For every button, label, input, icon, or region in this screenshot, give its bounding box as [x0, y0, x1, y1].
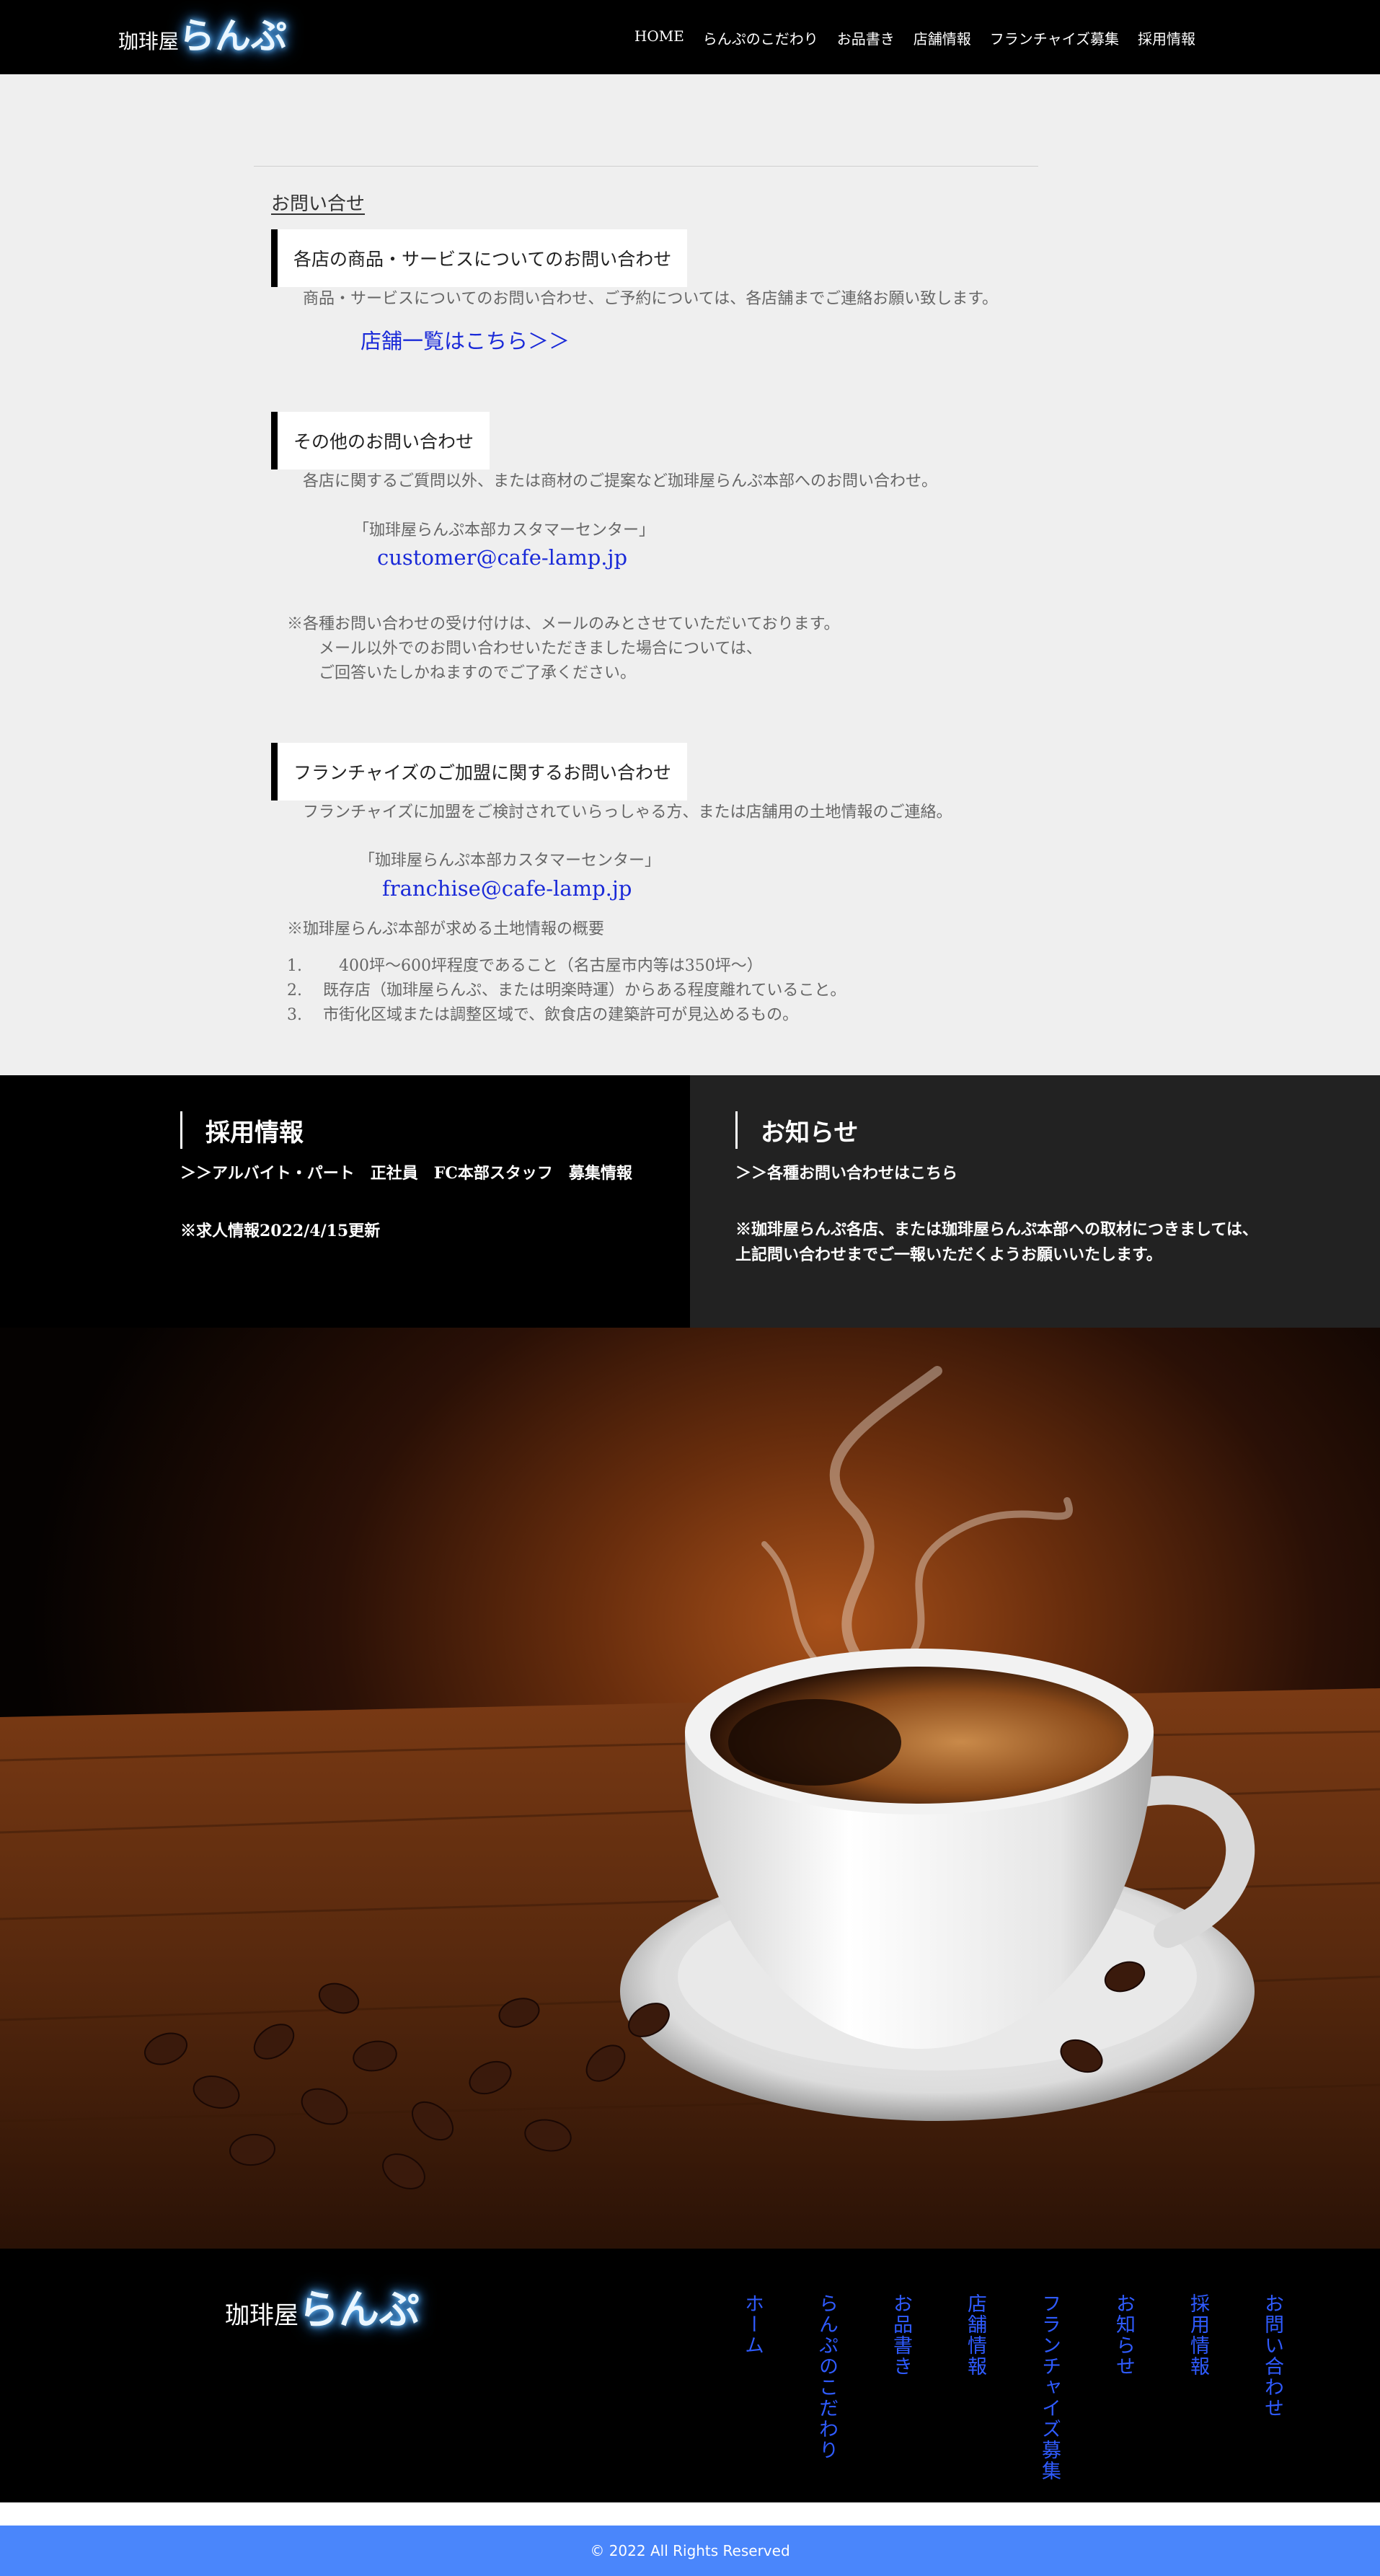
land-conditions-list: 1. 400坪～600坪程度であること（名古屋市内等は350坪～） 2. 既存店（… [287, 954, 846, 1028]
footer-logo-small-text: 珈琲屋 [225, 2301, 298, 2330]
copyright-bar: © 2022 All Rights Reserved [0, 2526, 1380, 2576]
notice-line-2: メール以外でのお問い合わせいただきました場合については、 [319, 640, 762, 658]
news-panel: お知らせ ＞＞各種お問い合わせはこちら ※珈琲屋らんぷ各店、または珈琲屋らんぷ本… [690, 1075, 1380, 1328]
footer-nav-news[interactable]: お知らせ [1063, 2293, 1138, 2482]
shop-list-link[interactable]: 店舗一覧はこちら＞＞ [361, 325, 570, 355]
list-item-number: 2. [287, 982, 302, 1000]
customer-center-name: 「珈琲屋らんぷ本部カスタマーセンター」 [353, 521, 655, 539]
nav-franchise[interactable]: フランチャイズ募集 [990, 27, 1119, 48]
footer-nav-recruit[interactable]: 採用情報 [1138, 2293, 1212, 2482]
list-item: 2. 既存店（珈琲屋らんぷ、または明楽時運）からある程度離れていること。 [287, 979, 846, 1003]
recruit-title: 採用情報 [180, 1111, 304, 1149]
section-franchise-text: フランチャイズに加盟をご検討されていらっしゃる方、または店舗用の土地情報のご連絡… [303, 803, 952, 821]
list-item: 1. 400坪～600坪程度であること（名古屋市内等は350坪～） [287, 954, 846, 979]
list-item-number: 3. [287, 1006, 302, 1024]
press-notice-line-2: 上記問い合わせまでご一報いただくようお願いいたします。 [735, 1245, 1162, 1264]
coffee-illustration [0, 1366, 1380, 2249]
logo-big-text: らんぷ [179, 14, 288, 57]
list-item-text: 市街化区域または調整区域で、飲食店の建築許可が見込めるもの。 [323, 1006, 799, 1024]
site-logo[interactable]: 珈琲屋 らんぷ [118, 7, 287, 59]
page-title: お問い合せ [271, 193, 366, 215]
franchise-center-name: 「珈琲屋らんぷ本部カスタマーセンター」 [359, 852, 661, 870]
list-item-text: 既存店（珈琲屋らんぷ、または明楽時運）からある程度離れていること。 [323, 982, 846, 1000]
customer-email-link[interactable]: customer@cafe-lamp.jp [377, 545, 627, 570]
footer-nav-home[interactable]: ホーム [692, 2293, 766, 2482]
recruit-link[interactable]: ＞＞アルバイト・パート 正社員 FC本部スタッフ 募集情報 [180, 1160, 632, 1183]
footer-logo-big-text: らんぷ [298, 2286, 420, 2334]
press-notice-line-1: ※珈琲屋らんぷ各店、または珈琲屋らんぷ本部への取材につきましては、 [735, 1220, 1258, 1239]
section-products-text: 商品・サービスについてのお問い合わせ、ご予約については、各店舗までご連絡お願い致… [303, 290, 999, 308]
footer-nav-shops[interactable]: 店舗情報 [915, 2293, 989, 2482]
logo-small-text: 珈琲屋 [118, 30, 180, 53]
nav-shops[interactable]: 店舗情報 [914, 27, 971, 48]
section-heading-products: 各店の商品・サービスについてのお問い合わせ [271, 229, 688, 287]
list-item-text: 400坪～600坪程度であること（名古屋市内等は350坪～） [323, 957, 763, 975]
footer-nav-menu[interactable]: お品書き [841, 2293, 915, 2482]
section-heading-franchise: フランチャイズのご加盟に関するお問い合わせ [271, 743, 688, 800]
nav-home[interactable]: HOME [634, 27, 684, 48]
email-only-notice: ※各種お問い合わせの受け付けは、メールのみとさせていただいております。 メール以… [287, 612, 839, 686]
footer-nav: ホーム らんぷのこだわり お品書き 店舗情報 フランチャイズ募集 お知らせ 採用… [692, 2293, 1286, 2482]
recruit-update-note: ※求人情報2022/4/15更新 [180, 1222, 381, 1240]
press-notice: ※珈琲屋らんぷ各店、または珈琲屋らんぷ本部への取材につきましては、 上記問い合わ… [735, 1217, 1258, 1268]
main-nav: HOME らんぷのこだわり お品書き 店舗情報 フランチャイズ募集 採用情報 [616, 27, 1195, 48]
franchise-email-link[interactable]: franchise@cafe-lamp.jp [382, 876, 632, 901]
nav-menu[interactable]: お品書き [837, 27, 895, 48]
footer-nav-franchise[interactable]: フランチャイズ募集 [989, 2293, 1063, 2482]
footer-nav-contact[interactable]: お問い合わせ [1212, 2293, 1286, 2482]
notice-line-3: ご回答いたしかねますのでご了承ください。 [319, 664, 637, 682]
content-divider [254, 166, 1038, 167]
footer-spacer [0, 2502, 1380, 2526]
nav-kodawari[interactable]: らんぷのこだわり [703, 27, 818, 48]
recruit-panel: 採用情報 ＞＞アルバイト・パート 正社員 FC本部スタッフ 募集情報 ※求人情報… [0, 1075, 690, 1328]
nav-recruit[interactable]: 採用情報 [1138, 27, 1195, 48]
land-info-title: ※珈琲屋らんぷ本部が求める土地情報の概要 [287, 920, 605, 938]
footer-logo[interactable]: 珈琲屋 らんぷ [225, 2277, 420, 2336]
copyright-text: © 2022 All Rights Reserved [590, 2542, 790, 2559]
news-title: お知らせ [735, 1111, 858, 1149]
site-footer: 珈琲屋 らんぷ ホーム らんぷのこだわり お品書き 店舗情報 フランチャイズ募集… [0, 2249, 1380, 2502]
site-header: 珈琲屋 らんぷ HOME らんぷのこだわり お品書き 店舗情報 フランチャイズ募… [0, 0, 1380, 74]
coffee-cup-photo [0, 1328, 1380, 2249]
section-other-text: 各店に関するご質問以外、または商材のご提案など珈琲屋らんぷ本部へのお問い合わせ。 [303, 472, 938, 490]
contact-link[interactable]: ＞＞各種お問い合わせはこちら [735, 1160, 957, 1183]
section-heading-other: その他のお問い合わせ [271, 412, 490, 469]
list-item: 3. 市街化区域または調整区域で、飲食店の建築許可が見込めるもの。 [287, 1003, 846, 1028]
footer-nav-kodawari[interactable]: らんぷのこだわり [766, 2293, 841, 2482]
list-item-number: 1. [287, 957, 302, 975]
notice-line-1: ※各種お問い合わせの受け付けは、メールのみとさせていただいております。 [287, 615, 840, 633]
